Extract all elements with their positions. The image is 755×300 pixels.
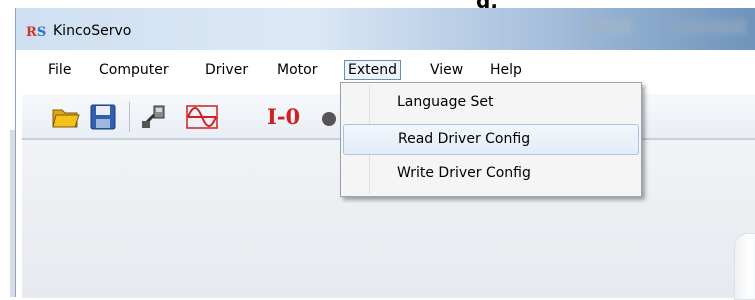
- menu-file[interactable]: File: [45, 61, 74, 79]
- oscilloscope-icon[interactable]: [186, 103, 218, 131]
- menu-item-read-driver-config[interactable]: Read Driver Config: [343, 124, 639, 155]
- window-title: KincoServo: [53, 23, 132, 39]
- menu-view[interactable]: View: [427, 61, 466, 79]
- extend-dropdown-menu: Language Set Read Driver Config Write Dr…: [340, 82, 642, 197]
- menu-driver[interactable]: Driver: [202, 61, 251, 79]
- save-disk-icon[interactable]: [88, 103, 118, 131]
- menu-help[interactable]: Help: [487, 61, 525, 79]
- toolbar-separator: [129, 102, 130, 132]
- app-logo-icon: RS: [26, 25, 47, 40]
- titlebar-blur: [584, 20, 632, 34]
- open-folder-icon[interactable]: [51, 103, 81, 131]
- titlebar-blur: [666, 20, 746, 34]
- menu-item-label: Read Driver Config: [398, 131, 531, 147]
- io-icon[interactable]: I-0: [267, 104, 300, 129]
- menu-item-label: Write Driver Config: [397, 165, 531, 181]
- menu-item-language-set[interactable]: Language Set: [343, 88, 637, 117]
- settings-icon[interactable]: [322, 112, 336, 126]
- motor-graphic: [734, 233, 755, 300]
- menu-extend[interactable]: Extend: [344, 60, 401, 80]
- menu-motor[interactable]: Motor: [274, 61, 320, 79]
- menu-item-write-driver-config[interactable]: Write Driver Config: [343, 159, 637, 188]
- menu-item-label: Language Set: [397, 94, 494, 110]
- title-bar[interactable]: RS KincoServo: [16, 8, 755, 50]
- connect-icon[interactable]: [140, 103, 170, 131]
- menu-bar: File Computer Driver Motor Extend View H…: [22, 55, 755, 85]
- top-strip: [0, 0, 755, 8]
- menu-computer[interactable]: Computer: [96, 61, 172, 79]
